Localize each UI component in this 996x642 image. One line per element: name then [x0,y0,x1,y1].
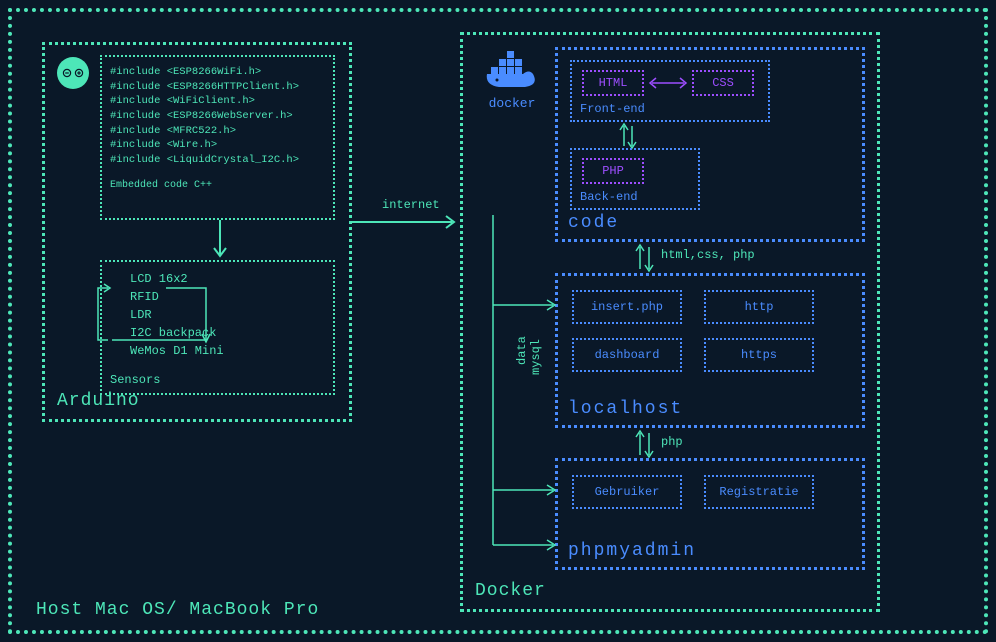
cell-dashboard: dashboard [572,338,682,372]
arrow-code-localhost-icon [633,243,657,273]
include-line: #include <WiFiClient.h> [110,94,325,109]
include-line: #include <ESP8266WebServer.h> [110,109,325,124]
host-label: Host Mac OS/ MacBook Pro [36,600,319,620]
frontend-label: Front-end [580,102,645,116]
cell-insert: insert.php [572,290,682,324]
docker-block: Docker docker code [460,32,880,612]
data-side-label: data [515,336,529,365]
includes-box: #include <ESP8266WiFi.h> #include <ESP82… [100,55,335,220]
docker-logo-icon: docker [477,49,547,111]
code-box: code Front-end HTML CSS Back-e [555,47,865,242]
backend-label: Back-end [580,190,638,204]
php-arrow-label: php [661,435,683,449]
docker-logo-text: docker [477,96,547,111]
docker-internal-connectors-icon [473,215,563,575]
arduino-block: Arduino #include <ESP8266WiFi.h> #includ… [42,42,352,422]
arrow-html-css-icon [646,76,690,90]
arduino-logo-icon [57,57,89,89]
include-line: #include <ESP8266HTTPClient.h> [110,80,325,95]
arrow-localhost-phpmyadmin-icon [633,429,657,459]
include-line: #include <Wire.h> [110,138,325,153]
code-label: code [568,213,619,233]
arrow-internet-icon [352,212,462,232]
sensors-loop-icon [86,280,216,350]
cell-http: http [704,290,814,324]
frontend-box: Front-end HTML CSS [570,60,770,122]
css-tag: CSS [692,70,754,96]
localhost-box: localhost insert.php http dashboard http… [555,273,865,428]
htmlcssphp-label: html,css, php [661,248,755,262]
cell-https: https [704,338,814,372]
html-tag: HTML [582,70,644,96]
sensors-box: LCD 16x2 RFID LDR I2C backpack WeMos D1 … [100,260,335,395]
host-container: Host Mac OS/ MacBook Pro Arduino #includ… [8,8,988,634]
phpmyadmin-label: phpmyadmin [568,541,696,561]
embedded-code-label: Embedded code C++ [110,180,325,191]
include-line: #include <MFRC522.h> [110,124,325,139]
localhost-label: localhost [568,399,683,419]
phpmyadmin-box: phpmyadmin Gebruiker Registratie [555,458,865,570]
internet-label: internet [382,198,440,212]
include-line: #include <ESP8266WiFi.h> [110,65,325,80]
cell-gebruiker: Gebruiker [572,475,682,509]
sensors-label: Sensors [110,373,160,387]
docker-label: Docker [475,581,546,601]
arrow-frontend-backend-icon [618,122,638,150]
cell-registratie: Registratie [704,475,814,509]
backend-box: Back-end PHP [570,148,700,210]
include-line: #include <LiquidCrystal_I2C.h> [110,153,325,168]
arrow-includes-to-sensors-icon [210,220,230,262]
mysql-side-label: mysql [529,339,543,375]
php-tag: PHP [582,158,644,184]
